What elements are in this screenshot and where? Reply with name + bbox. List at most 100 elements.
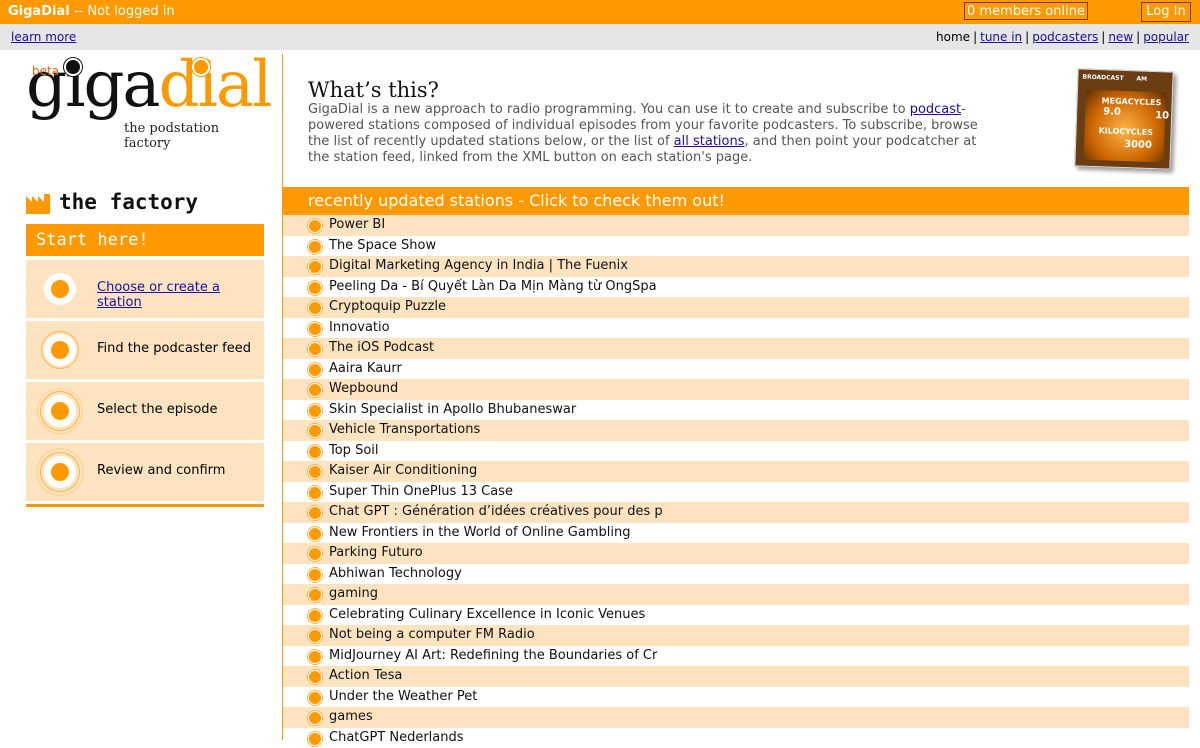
station-row[interactable]: Power BI [283, 215, 1189, 236]
step-choose-station[interactable]: Choose or create a station [26, 260, 264, 318]
whats-this-description: GigaDial is a new approach to radio prog… [308, 102, 978, 166]
logo-beta: beta [32, 64, 59, 78]
station-row[interactable]: Under the Weather Pet [283, 687, 1189, 708]
station-name[interactable]: Super Thin OnePlus 13 Case [329, 482, 513, 502]
station-row[interactable]: gaming [283, 584, 1189, 605]
station-name[interactable]: The Space Show [329, 236, 436, 256]
logo-dial: dial [159, 48, 271, 122]
station-row[interactable]: Skin Specialist in Apollo Bhubaneswar [283, 400, 1189, 421]
station-name[interactable]: Chat GPT : Génération d’idées créatives … [329, 502, 663, 522]
station-dial-icon [308, 486, 322, 500]
nav-new[interactable]: new [1108, 30, 1133, 44]
dial-label: 9.0 [1103, 106, 1121, 118]
station-dial-icon [308, 670, 322, 684]
station-row[interactable]: Aaira Kaurr [283, 359, 1189, 380]
station-dial-icon [308, 527, 322, 541]
station-dial-icon [308, 404, 322, 418]
station-row[interactable]: Abhiwan Technology [283, 564, 1189, 585]
station-row[interactable]: Top Soil [283, 441, 1189, 462]
station-row[interactable]: The Space Show [283, 236, 1189, 257]
start-here-banner: Start here! [26, 224, 264, 256]
nav-separator: | [1101, 30, 1105, 44]
station-row[interactable]: games [283, 707, 1189, 728]
station-row[interactable]: MidJourney AI Art: Redefining the Bounda… [283, 646, 1189, 667]
station-dial-icon [308, 568, 322, 582]
step-find-feed: Find the podcaster feed [26, 321, 264, 379]
step-1-icon [44, 273, 76, 305]
station-row[interactable]: Innovatio [283, 318, 1189, 339]
dial-label: 3000 [1124, 139, 1152, 151]
station-dial-icon [308, 342, 322, 356]
station-name[interactable]: Digital Marketing Agency in India | The … [329, 256, 628, 276]
station-name[interactable]: Wepbound [329, 379, 398, 399]
station-row[interactable]: Celebrating Culinary Excellence in Iconi… [283, 605, 1189, 626]
station-dial-icon [308, 322, 322, 336]
radio-dial-image: BROADCAST AM MEGACYCLES 9.0 10 KILOCYCLE… [1074, 68, 1173, 169]
nav-separator: | [1136, 30, 1140, 44]
station-row[interactable]: Cryptoquip Puzzle [283, 297, 1189, 318]
station-name[interactable]: Aaira Kaurr [329, 359, 402, 379]
station-dial-icon [308, 260, 322, 274]
station-row[interactable]: Digital Marketing Agency in India | The … [283, 256, 1189, 277]
learn-more-link[interactable]: learn more [11, 30, 76, 44]
nav-home[interactable]: home [936, 30, 970, 44]
station-name[interactable]: gaming [329, 584, 378, 604]
station-dial-icon [308, 629, 322, 643]
podcast-link[interactable]: podcast [910, 102, 961, 117]
station-name[interactable]: Under the Weather Pet [329, 687, 477, 707]
station-name[interactable]: MidJourney AI Art: Redefining the Bounda… [329, 646, 657, 666]
station-dial-icon [308, 240, 322, 254]
station-row[interactable]: Action Tesa [283, 666, 1189, 687]
factory-title: the factory [59, 190, 198, 214]
dial-label: BROADCAST [1082, 74, 1123, 82]
station-name[interactable]: Innovatio [329, 318, 390, 338]
main-nav: home|tune in|podcasters|new|popular [936, 30, 1189, 44]
station-name[interactable]: Skin Specialist in Apollo Bhubaneswar [329, 400, 576, 420]
station-name[interactable]: Vehicle Transportations [329, 420, 480, 440]
station-row[interactable]: Chat GPT : Génération d’idées créatives … [283, 502, 1189, 523]
station-row[interactable]: Parking Futuro [283, 543, 1189, 564]
station-name[interactable]: Top Soil [329, 441, 379, 461]
station-row[interactable]: Wepbound [283, 379, 1189, 400]
station-name[interactable]: Power BI [329, 215, 385, 235]
station-name[interactable]: ChatGPT Nederlands [329, 728, 464, 748]
factory-icon [26, 190, 50, 214]
station-name[interactable]: Kaiser Air Conditioning [329, 461, 477, 481]
station-name[interactable]: Celebrating Culinary Excellence in Iconi… [329, 605, 645, 625]
station-row[interactable]: Kaiser Air Conditioning [283, 461, 1189, 482]
station-name[interactable]: Peeling Da - Bí Quyết Làn Da Mịn Màng từ… [329, 277, 657, 297]
station-name[interactable]: Action Tesa [329, 666, 402, 686]
station-name[interactable]: Abhiwan Technology [329, 564, 462, 584]
station-row[interactable]: Peeling Da - Bí Quyết Làn Da Mịn Màng từ… [283, 277, 1189, 298]
dial-label: 10 [1155, 110, 1169, 121]
whats-this-title: What’s this? [308, 78, 439, 102]
all-stations-link[interactable]: all stations [674, 134, 745, 149]
station-name[interactable]: New Frontiers in the World of Online Gam… [329, 523, 630, 543]
gigadial-logo[interactable]: gigadial beta the podstation factory [26, 58, 266, 140]
step-4-icon [44, 456, 76, 488]
station-row[interactable]: New Frontiers in the World of Online Gam… [283, 523, 1189, 544]
station-row[interactable]: Super Thin OnePlus 13 Case [283, 482, 1189, 503]
step-2-icon [44, 334, 76, 366]
steps-divider [26, 504, 264, 507]
choose-station-link[interactable]: Choose or create a station [97, 280, 264, 310]
nav-popular[interactable]: popular [1143, 30, 1189, 44]
step-label: Review and confirm [97, 463, 225, 478]
login-button[interactable]: Log In [1141, 2, 1191, 22]
members-online-badge[interactable]: 0 members online [964, 2, 1088, 20]
station-name[interactable]: Not being a computer FM Radio [329, 625, 535, 645]
station-name[interactable]: Cryptoquip Puzzle [329, 297, 446, 317]
station-name[interactable]: The iOS Podcast [329, 338, 434, 358]
logo-tagline: the podstation factory [124, 121, 266, 151]
station-name[interactable]: games [329, 707, 373, 727]
station-dial-icon [308, 363, 322, 377]
station-row[interactable]: Vehicle Transportations [283, 420, 1189, 441]
station-row[interactable]: The iOS Podcast [283, 338, 1189, 359]
station-name[interactable]: Parking Futuro [329, 543, 423, 563]
nav-podcasters[interactable]: podcasters [1032, 30, 1098, 44]
step-review-confirm: Review and confirm [26, 443, 264, 501]
sub-nav-bar: learn more home|tune in|podcasters|new|p… [0, 24, 1200, 50]
nav-tune-in[interactable]: tune in [980, 30, 1022, 44]
station-row[interactable]: ChatGPT Nederlands [283, 728, 1189, 748]
station-row[interactable]: Not being a computer FM Radio [283, 625, 1189, 646]
